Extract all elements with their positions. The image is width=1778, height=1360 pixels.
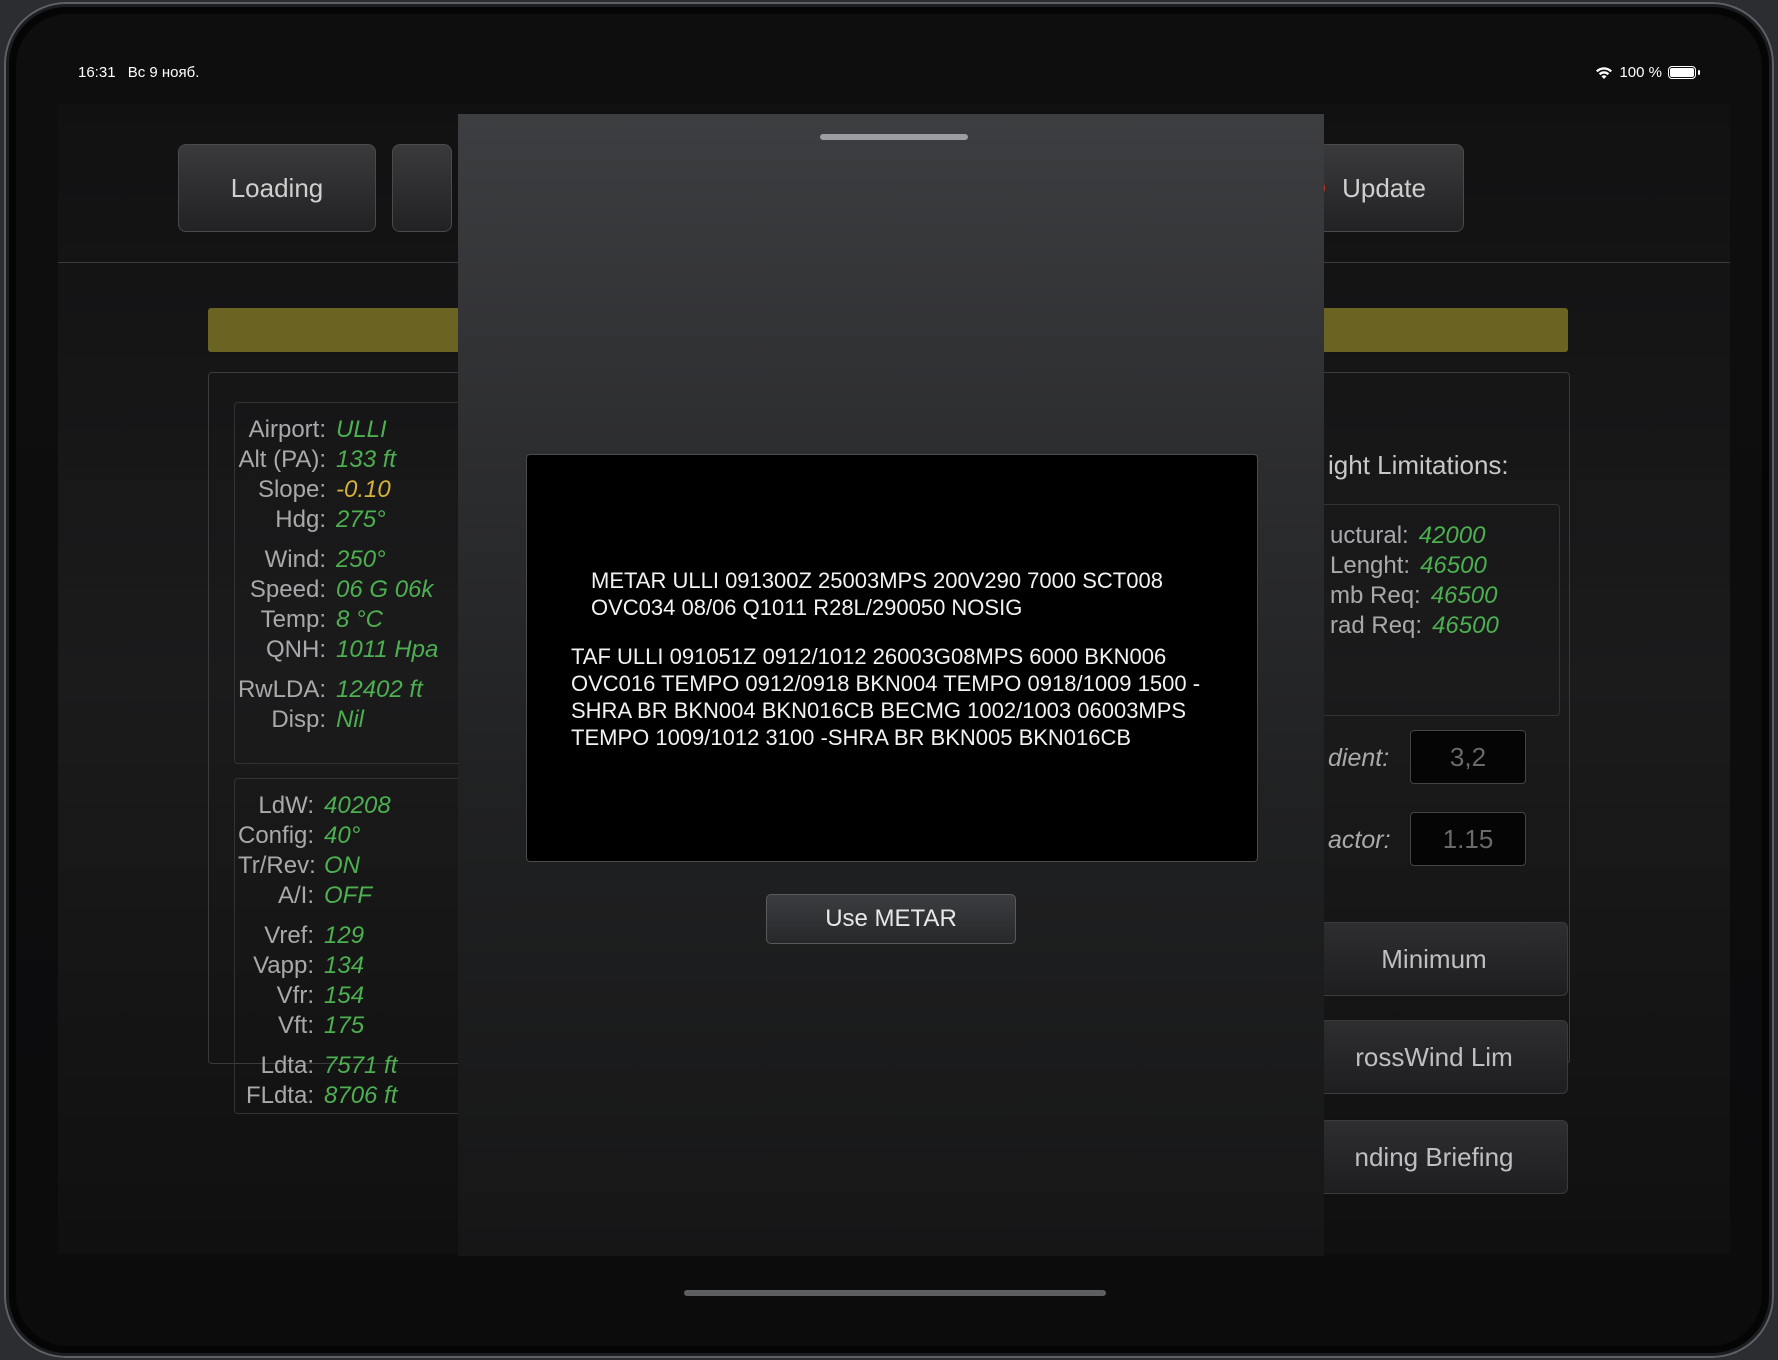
row-speed: Speed: 06 G 06k — [249, 576, 434, 603]
row-qnh: QNH: 1011 Hpa — [266, 636, 439, 663]
toolbar-button-hidden[interactable] — [392, 144, 452, 232]
row-grad-req: rad Req: 46500 — [1330, 612, 1499, 639]
row-wind: Wind: 250° — [264, 546, 386, 573]
row-ai: A/I: OFF — [277, 882, 372, 909]
loading-button-label: Loading — [230, 172, 324, 203]
row-slope: Slope: -0.10 — [257, 476, 391, 503]
row-vft: Vft: 175 — [277, 1012, 365, 1039]
row-airport: Airport: ULLI — [248, 416, 387, 443]
weather-textbox[interactable]: METAR ULLI 091300Z 25003MPS 200V290 7000… — [526, 454, 1258, 862]
factor-input[interactable]: 1.15 — [1410, 812, 1526, 866]
landing-briefing-button[interactable]: nding Briefing — [1300, 1120, 1568, 1194]
row-temp: Temp: 8 °C — [260, 606, 383, 633]
row-structural: uctural: 42000 — [1330, 522, 1486, 549]
gradient-label: dient: — [1328, 744, 1390, 772]
row-ldw: LdW: 40208 — [258, 792, 391, 819]
home-indicator[interactable] — [684, 1290, 1106, 1296]
metar-text: METAR ULLI 091300Z 25003MPS 200V290 7000… — [591, 568, 1163, 620]
minimum-button-label: Minimum — [1381, 943, 1487, 974]
loading-button[interactable]: Loading — [178, 144, 376, 232]
wifi-icon — [1596, 66, 1613, 79]
taf-text: TAF ULLI 091051Z 0912/1012 26003G08MPS 6… — [571, 644, 1201, 750]
battery-icon — [1668, 66, 1696, 79]
battery-tip — [1698, 70, 1700, 75]
row-rwlda: RwLDA: 12402 ft — [237, 676, 423, 703]
row-ldta: Ldta: 7571 ft — [260, 1052, 398, 1079]
update-button-label: Update — [1342, 172, 1426, 203]
row-alt: Alt (PA): 133 ft — [238, 446, 397, 473]
status-bar: 16:31 Вс 9 нояб. 100 % — [78, 64, 1700, 88]
row-lenght: Lenght: 46500 — [1330, 552, 1487, 579]
row-vfr: Vfr: 154 — [276, 982, 365, 1009]
row-climb-req: mb Req: 46500 — [1330, 582, 1498, 609]
minimum-button[interactable]: Minimum — [1300, 922, 1568, 996]
sheet-grabber[interactable] — [820, 134, 968, 140]
device-frame: 16:31 Вс 9 нояб. 100 % Loading Update Ai… — [4, 2, 1774, 1358]
row-fldta: FLdta: 8706 ft — [245, 1082, 398, 1109]
screen: 16:31 Вс 9 нояб. 100 % Loading Update Ai… — [16, 14, 1762, 1346]
row-disp: Disp: Nil — [271, 706, 364, 733]
factor-label: actor: — [1328, 826, 1391, 854]
row-vref: Vref: 129 — [264, 922, 365, 949]
gradient-input[interactable]: 3,2 — [1410, 730, 1526, 784]
row-vapp: Vapp: 134 — [253, 952, 365, 979]
use-metar-button[interactable]: Use METAR — [766, 894, 1016, 944]
status-date: Вс 9 нояб. — [127, 64, 200, 81]
flight-limitations-title: ight Limitations: — [1328, 450, 1509, 480]
crosswind-lim-label: rossWind Lim — [1355, 1041, 1513, 1072]
weather-sheet: METAR ULLI 091300Z 25003MPS 200V290 7000… — [458, 114, 1324, 1256]
row-trrev: Tr/Rev: ON — [238, 852, 360, 879]
status-time: 16:31 — [78, 64, 116, 81]
row-hdg: Hdg: 275° — [275, 506, 386, 533]
row-config: Config: 40° — [238, 822, 361, 849]
landing-briefing-label: nding Briefing — [1354, 1141, 1514, 1172]
use-metar-label: Use METAR — [825, 905, 957, 932]
battery-percent: 100 % — [1619, 64, 1662, 81]
crosswind-lim-button[interactable]: rossWind Lim — [1300, 1020, 1568, 1094]
